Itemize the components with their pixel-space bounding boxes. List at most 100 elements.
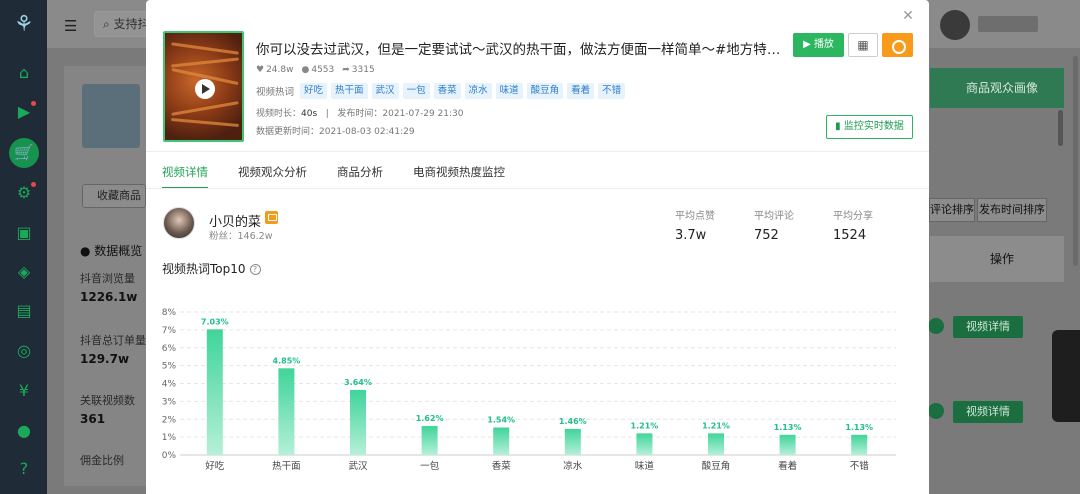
data-label: 4.85% — [273, 356, 301, 365]
divider — [146, 151, 929, 152]
qr-code-button[interactable]: ▦ — [848, 33, 878, 57]
y-tick-label: 4% — [162, 380, 177, 390]
tab-product-analysis[interactable]: 商品分析 — [337, 164, 383, 189]
scrollbar[interactable] — [1058, 110, 1063, 146]
cart-icon[interactable]: 🛒 — [9, 138, 39, 168]
notification-dot — [31, 101, 36, 106]
data-label: 7.03% — [201, 317, 229, 326]
stat-views: 抖音浏览量 1226.1w — [80, 270, 137, 304]
help-icon[interactable]: ? — [249, 264, 261, 275]
bar[interactable] — [350, 389, 366, 455]
favorite-product-button[interactable]: 收藏商品 — [82, 184, 146, 208]
hotword-tag[interactable]: 一包 — [402, 83, 430, 99]
play-button-label: 播放 — [813, 39, 834, 50]
play-button[interactable]: ▶ 播放 — [793, 33, 844, 57]
duration-value: 40s — [301, 109, 318, 119]
hotword-tag[interactable]: 好吃 — [300, 83, 328, 99]
monitor-realtime-button[interactable]: ▮ 监控实时数据 — [826, 115, 913, 139]
help-icon[interactable]: ? — [13, 458, 35, 480]
data-label: 1.13% — [845, 423, 873, 432]
fans-value: 146.2w — [237, 231, 273, 242]
x-tick-label: 酸豆角 — [702, 460, 731, 472]
tab-video-detail[interactable]: 视频详情 — [162, 164, 208, 189]
audience-profile-tab[interactable]: 商品观众画像 — [930, 68, 1064, 108]
bar[interactable] — [421, 426, 438, 455]
data-label: 1.46% — [559, 417, 587, 426]
action-icon[interactable] — [928, 318, 944, 334]
hotword-tag[interactable]: 香菜 — [433, 83, 461, 99]
stat-value: 361 — [80, 412, 106, 426]
bar[interactable] — [708, 433, 724, 455]
avatar[interactable] — [940, 10, 970, 40]
author-fans: 粉丝：146.2w — [209, 228, 272, 242]
qr-icon: ▦ — [857, 38, 869, 52]
kpi-avg-likes: 平均点赞 3.7w — [675, 207, 715, 243]
comments-count: 4553 — [311, 65, 335, 75]
kpi-label: 平均点赞 — [675, 211, 715, 222]
target-icon[interactable]: ◎ — [13, 340, 35, 362]
shield-icon[interactable]: ◈ — [13, 261, 35, 283]
data-label: 1.54% — [487, 415, 515, 424]
video-detail-modal: ✕ 你可以没去过武汉，但是一定要试试～武汉的热干面，做法方便面一样简单～#地方特… — [146, 0, 929, 494]
coin-icon[interactable]: ¥ — [13, 380, 35, 402]
video-title: 你可以没去过武汉，但是一定要试试～武汉的热干面，做法方便面一样简单～#地方特色美… — [256, 42, 786, 58]
kpi-label: 平均评论 — [754, 211, 794, 222]
kpi-value: 752 — [754, 228, 779, 243]
data-label: 1.21% — [631, 421, 659, 430]
bar[interactable] — [564, 428, 581, 455]
hotword-tag[interactable]: 不错 — [598, 83, 626, 99]
notification-dot — [31, 182, 36, 187]
tv-icon[interactable]: ▣ — [13, 222, 35, 244]
side-tools[interactable] — [1052, 330, 1080, 422]
close-icon[interactable]: ✕ — [900, 8, 916, 24]
video-cover[interactable] — [163, 31, 244, 142]
sort-by-time-button[interactable]: 发布时间排序 — [977, 198, 1047, 222]
chart-icon[interactable]: ▤ — [13, 300, 35, 322]
bar-chart-icon: ▮ — [835, 121, 844, 132]
hotwords-row: 视频热词 好吃 热干面 武汉 一包 香菜 凉水 味道 酸豆角 看着 不错 — [256, 83, 626, 99]
action-icon[interactable] — [928, 403, 944, 419]
video-detail-button[interactable]: 视频详情 — [953, 316, 1023, 338]
x-tick-label: 看着 — [778, 460, 797, 472]
hotword-tag[interactable]: 凉水 — [464, 83, 492, 99]
bar[interactable] — [278, 368, 295, 455]
kpi-avg-comments: 平均评论 752 — [754, 207, 794, 243]
video-detail-button[interactable]: 视频详情 — [953, 401, 1023, 423]
x-tick-label: 凉水 — [563, 460, 583, 472]
home-icon[interactable]: ⌂ — [13, 62, 35, 84]
hotword-tag[interactable]: 看着 — [567, 83, 595, 99]
user-icon[interactable]: ● — [13, 420, 35, 442]
bar[interactable] — [779, 434, 796, 455]
menu-icon[interactable]: ☰ — [64, 17, 77, 35]
bar[interactable] — [206, 329, 223, 455]
play-icon[interactable] — [195, 79, 215, 99]
kpi-value: 1524 — [833, 228, 867, 243]
hotword-tag[interactable]: 热干面 — [331, 83, 368, 99]
logo-icon[interactable]: ⚘ — [14, 12, 34, 38]
tab-heat-monitor[interactable]: 电商视频热度监控 — [413, 164, 505, 189]
y-tick-label: 7% — [162, 326, 177, 336]
search-input[interactable]: ⌕ 支持抖 — [94, 11, 154, 37]
favorite-button[interactable] — [882, 33, 913, 57]
hotword-tag[interactable]: 味道 — [495, 83, 523, 99]
bar[interactable] — [636, 433, 653, 455]
comment-icon: ● — [301, 65, 310, 75]
author-avatar[interactable] — [163, 207, 195, 239]
x-tick-label: 热干面 — [272, 460, 301, 472]
x-tick-label: 好吃 — [205, 460, 225, 472]
hotword-tag[interactable]: 酸豆角 — [526, 83, 564, 99]
y-tick-label: 8% — [162, 308, 177, 318]
y-tick-label: 3% — [162, 397, 177, 407]
shop-badge-icon — [265, 211, 278, 224]
page-scrollbar[interactable] — [1073, 56, 1078, 266]
left-nav: ⚘ ⌂ ▶ 🛒 ⚙ ▣ ◈ ▤ ◎ ¥ ● ? — [0, 0, 47, 494]
bar[interactable] — [851, 434, 868, 455]
bar[interactable] — [493, 427, 510, 455]
sort-by-comments-button[interactable]: 评论排序 — [929, 198, 975, 222]
y-tick-label: 2% — [162, 415, 177, 425]
stat-value: 1226.1w — [80, 290, 138, 304]
product-thumbnail — [82, 84, 140, 148]
tab-audience-analysis[interactable]: 视频观众分析 — [238, 164, 307, 189]
hotword-tag[interactable]: 武汉 — [371, 83, 399, 99]
video-metrics: ♥ 24.8w ● 4553 ➦ 3315 — [256, 65, 375, 75]
